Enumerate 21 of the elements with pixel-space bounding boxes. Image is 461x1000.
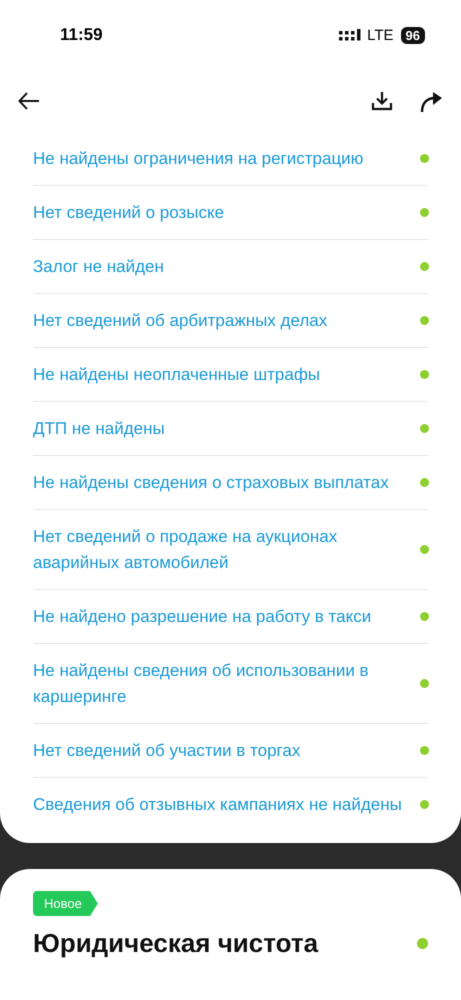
status-time: 11:59 (60, 25, 103, 45)
check-result-text: Не найдены сведения о страховых выплатах (33, 472, 390, 494)
back-arrow-icon[interactable] (18, 92, 40, 110)
check-result-text: Не найдены сведения об использовании в каршеринге (33, 660, 370, 708)
check-result-text: Не найдены ограничения на регистрацию (33, 148, 364, 170)
signal-icon (339, 28, 362, 42)
check-result-text: Нет сведений о розыске (33, 202, 226, 224)
new-badge: Новое (33, 891, 98, 916)
share-arrow-icon[interactable] (419, 89, 443, 113)
section-title: Юридическая чистота (33, 928, 318, 959)
check-result-text: Нет сведений о продаже на аукционах аварийных автомобилей (33, 526, 338, 574)
check-result-text: Нет сведений об участии в торгах (33, 740, 302, 762)
battery-level: 96 (400, 26, 425, 44)
download-icon[interactable] (371, 90, 393, 112)
network-label: LTE (367, 26, 394, 44)
check-result-text: Залог не найден (33, 256, 165, 278)
check-result-text: ДТП не найдены (33, 418, 166, 440)
check-result-text: Нет сведений об арбитражных делах (33, 310, 328, 332)
check-result-text: Не найдены неоплаченные штрафы (33, 364, 322, 386)
check-result-text: Сведения об отзывных кампаниях не найдены (33, 794, 403, 816)
check-result-text: Не найдено разрешение на работу в такси (33, 606, 372, 628)
